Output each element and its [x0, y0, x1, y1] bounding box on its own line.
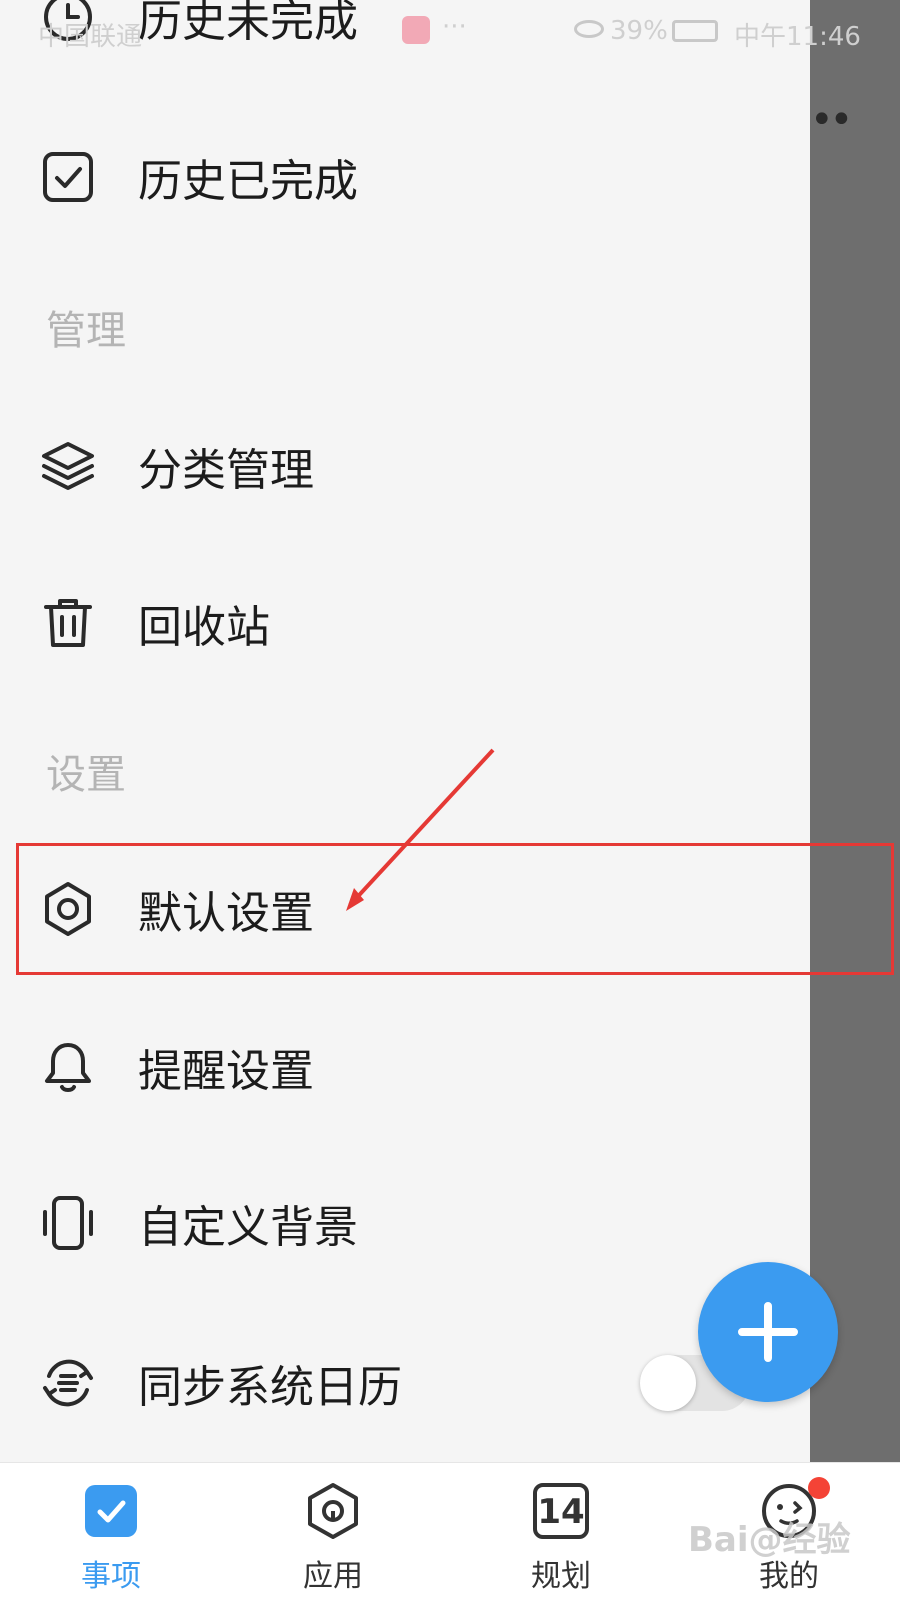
- tab-tasks[interactable]: 事项: [36, 1463, 186, 1601]
- plus-icon: [738, 1302, 798, 1362]
- menu-item-category-manage[interactable]: 分类管理: [0, 411, 810, 521]
- menu-label: 同步系统日历: [138, 1362, 402, 1413]
- gear-icon: [38, 879, 98, 939]
- dimmed-main-content[interactable]: ••: [810, 0, 900, 1462]
- watermark-logo: Bai@经验: [688, 1520, 851, 1560]
- more-notifications-icon: ···: [442, 12, 467, 42]
- bell-icon: [38, 1037, 98, 1097]
- toggle-knob: [640, 1355, 696, 1411]
- tab-plan[interactable]: 14 规划: [486, 1463, 636, 1601]
- notification-app-icon: [402, 16, 430, 44]
- more-options-icon: ••: [810, 97, 853, 143]
- calendar-14-icon: 14: [531, 1481, 591, 1541]
- menu-item-reminder-settings[interactable]: 提醒设置: [0, 1012, 810, 1122]
- layers-icon: [38, 436, 98, 496]
- notification-dot: [808, 1477, 830, 1499]
- side-drawer: 历史未完成 历史已完成 管理 分类管理 回收站 设置 默认设置 提醒设置 自定义…: [0, 0, 810, 1462]
- sync-calendar-icon: [38, 1353, 98, 1413]
- menu-label: 默认设置: [138, 888, 314, 939]
- app-hexagon-icon: [308, 1483, 358, 1539]
- section-title-settings: 设置: [46, 752, 126, 798]
- status-bar: 中国联通 ··· 39% 中午11:46: [0, 0, 900, 62]
- battery-icon: [672, 20, 718, 42]
- menu-item-history-complete[interactable]: 历史已完成: [0, 122, 810, 232]
- trash-icon: [38, 593, 98, 653]
- menu-label: 历史已完成: [138, 156, 358, 207]
- menu-item-default-settings[interactable]: 默认设置: [0, 854, 810, 964]
- menu-label: 提醒设置: [138, 1046, 314, 1097]
- check-square-icon: [85, 1485, 137, 1537]
- nav-label: 事项: [81, 1559, 141, 1594]
- battery-percentage: 39%: [610, 16, 668, 46]
- tab-apps[interactable]: 应用: [258, 1463, 408, 1601]
- calendar-number: 14: [537, 1492, 585, 1532]
- nav-label: 规划: [531, 1559, 591, 1594]
- add-button[interactable]: [698, 1262, 838, 1402]
- menu-label: 回收站: [138, 602, 270, 653]
- menu-item-recycle-bin[interactable]: 回收站: [0, 568, 810, 678]
- carrier-name: 中国联通: [38, 22, 143, 52]
- nav-label: 应用: [303, 1559, 363, 1594]
- phone-vibrate-icon: [38, 1193, 98, 1253]
- menu-label: 自定义背景: [138, 1202, 358, 1253]
- checkbox-icon: [38, 147, 98, 207]
- eye-icon: [574, 20, 604, 38]
- clock-time: 中午11:46: [734, 22, 861, 52]
- menu-label: 分类管理: [138, 445, 314, 496]
- section-title-manage: 管理: [46, 308, 126, 354]
- menu-item-custom-background[interactable]: 自定义背景: [0, 1168, 810, 1278]
